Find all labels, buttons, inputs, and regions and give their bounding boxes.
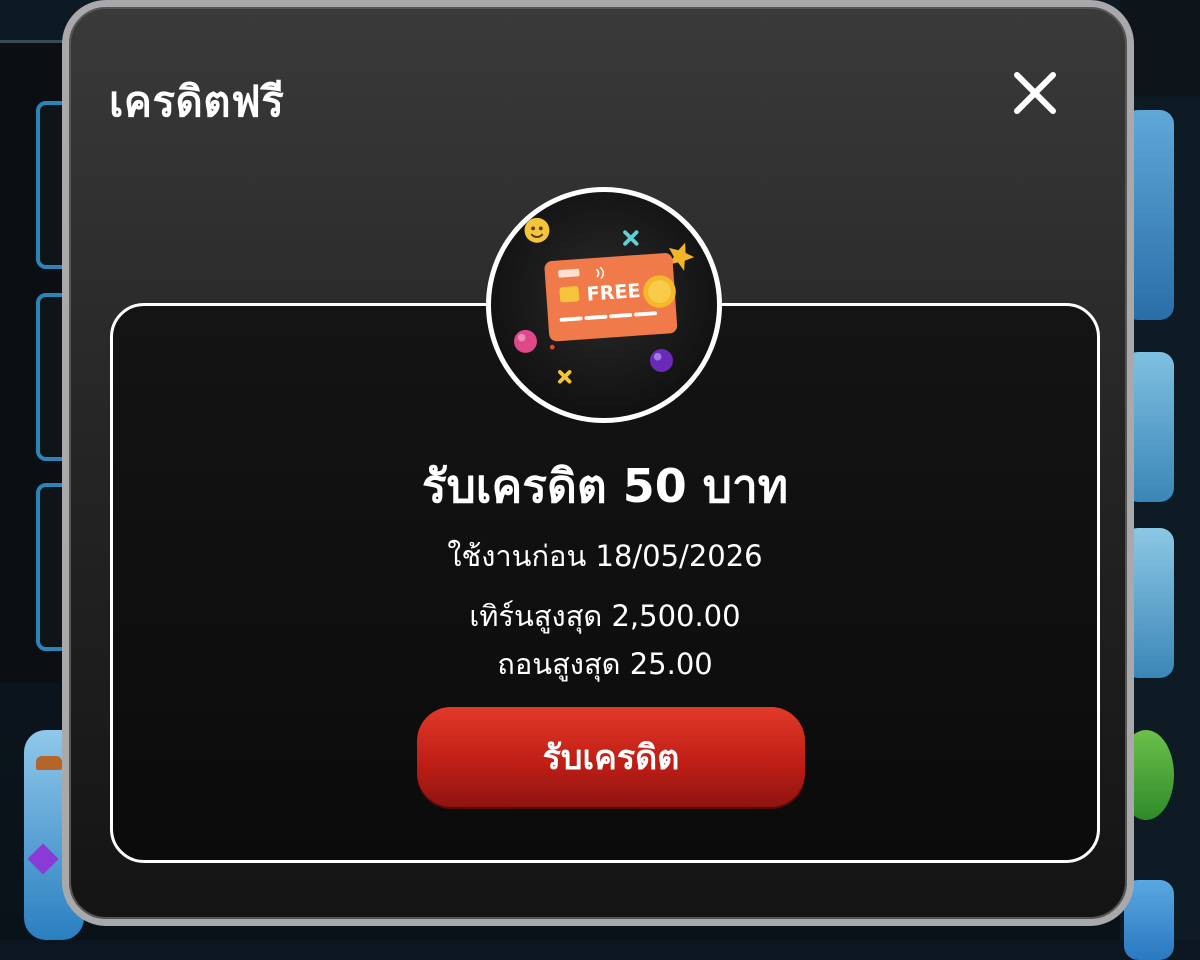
claim-credit-button[interactable]: รับเครดิต bbox=[417, 707, 805, 807]
expiry-date: ใช้งานก่อน 18/05/2026 bbox=[447, 539, 763, 573]
free-credit-badge: FREE bbox=[486, 187, 722, 423]
background-left-panel bbox=[0, 40, 84, 683]
max-withdraw: ถอนสูงสุด 25.00 bbox=[497, 647, 713, 681]
free-credit-card-icon: FREE bbox=[513, 217, 695, 384]
max-turnover: เทิร์นสูงสุด 2,500.00 bbox=[469, 599, 741, 633]
modal-title: เครดิตฟรี bbox=[109, 77, 285, 126]
close-icon bbox=[1014, 72, 1056, 114]
close-button[interactable] bbox=[1011, 69, 1059, 117]
card-free-text: FREE bbox=[586, 279, 641, 306]
hat-icon bbox=[36, 756, 62, 770]
free-credit-modal: เครดิตฟรี FREE รับเครดิต 50 บาท ใช้งานก่… bbox=[62, 0, 1134, 926]
gem-icon bbox=[27, 843, 59, 875]
credit-amount-title: รับเครดิต 50 บาท bbox=[421, 459, 789, 513]
